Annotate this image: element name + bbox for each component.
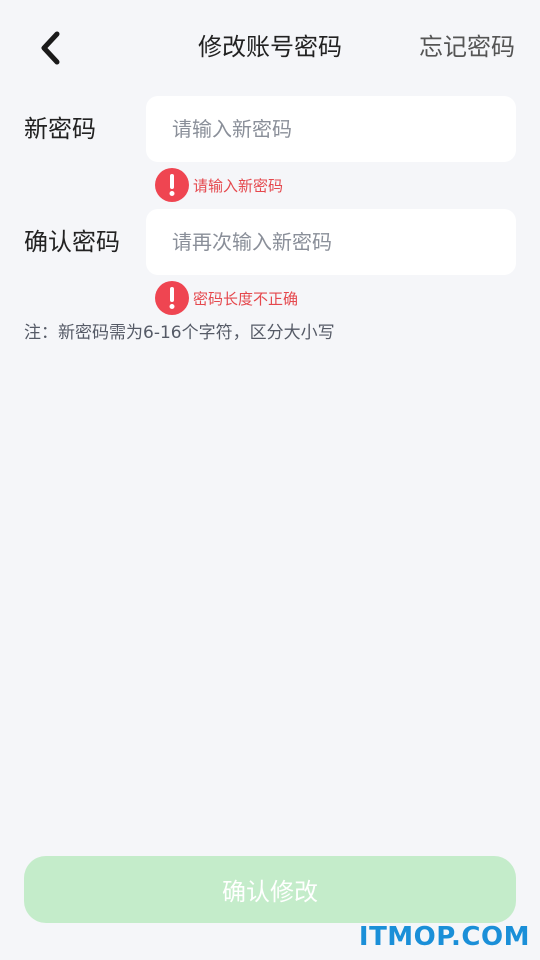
confirm-password-error: 密码长度不正确 <box>155 281 298 315</box>
new-password-field-box[interactable] <box>146 96 516 162</box>
new-password-input[interactable] <box>170 116 492 142</box>
confirm-password-error-text: 密码长度不正确 <box>193 289 299 308</box>
confirm-password-input[interactable] <box>170 229 492 255</box>
confirm-password-label: 确认密码 <box>24 228 120 256</box>
confirm-change-button[interactable]: 确认修改 <box>24 856 516 923</box>
new-password-error-text: 请输入新密码 <box>193 176 284 195</box>
header: 修改账号密码 忘记密码 <box>0 0 540 96</box>
exclamation-circle-icon <box>155 168 189 202</box>
watermark: ITMOP.COM <box>358 922 530 952</box>
forgot-password-link[interactable]: 忘记密码 <box>419 30 515 64</box>
exclamation-circle-icon <box>155 281 189 315</box>
new-password-label: 新密码 <box>24 115 96 143</box>
password-rule-note: 注：新密码需为6-16个字符，区分大小写 <box>24 323 335 343</box>
new-password-error: 请输入新密码 <box>155 168 283 202</box>
confirm-password-field-box[interactable] <box>146 209 516 275</box>
